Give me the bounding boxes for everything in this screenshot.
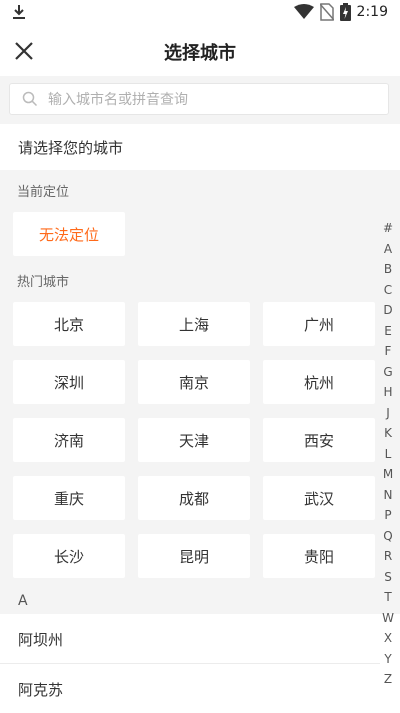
search-icon <box>22 91 38 107</box>
page-title: 选择城市 <box>164 43 236 64</box>
index-letter[interactable]: S <box>376 567 400 588</box>
hot-city-button[interactable]: 贵阳 <box>263 534 375 578</box>
index-letter[interactable]: G <box>376 362 400 383</box>
alphabet-index-bar[interactable]: # A B C D E F G H J K L M N P Q R S T W … <box>376 218 400 690</box>
hot-city-button[interactable]: 重庆 <box>13 476 125 520</box>
hot-city-button[interactable]: 天津 <box>138 418 250 462</box>
index-letter[interactable]: R <box>376 546 400 567</box>
hot-city-button[interactable]: 成都 <box>138 476 250 520</box>
search-box[interactable] <box>9 83 389 115</box>
city-list: 阿坝州 阿克苏 <box>0 614 400 713</box>
title-bar: 选择城市 <box>0 26 400 76</box>
search-input[interactable] <box>46 88 380 112</box>
section-letter: A <box>18 593 28 609</box>
select-city-prompt: 请选择您的城市 <box>0 124 400 170</box>
hot-city-button[interactable]: 长沙 <box>13 534 125 578</box>
hot-cities-label: 热门城市 <box>17 275 70 290</box>
city-list-item[interactable]: 阿坝州 <box>0 614 380 664</box>
index-letter[interactable]: J <box>376 403 400 424</box>
locate-button[interactable]: 无法定位 <box>13 212 125 256</box>
index-letter[interactable]: Y <box>376 649 400 670</box>
index-letter[interactable]: B <box>376 259 400 280</box>
wifi-icon <box>293 4 314 19</box>
download-icon <box>13 5 25 19</box>
current-location-label: 当前定位 <box>17 185 70 200</box>
hot-city-button[interactable]: 济南 <box>13 418 125 462</box>
index-letter[interactable]: X <box>376 628 400 649</box>
no-sim-icon <box>319 3 334 21</box>
index-letter[interactable]: N <box>376 485 400 506</box>
index-letter[interactable]: M <box>376 464 400 485</box>
status-bar: 2:19 <box>0 0 400 26</box>
index-letter[interactable]: C <box>376 280 400 301</box>
index-letter[interactable]: L <box>376 444 400 465</box>
hot-city-button[interactable]: 上海 <box>138 302 250 346</box>
hot-city-button[interactable]: 深圳 <box>13 360 125 404</box>
letter-section-header: A <box>0 590 400 614</box>
index-letter[interactable]: E <box>376 321 400 342</box>
index-letter[interactable]: F <box>376 341 400 362</box>
index-letter[interactable]: D <box>376 300 400 321</box>
hot-city-button[interactable]: 杭州 <box>263 360 375 404</box>
city-list-item[interactable]: 阿克苏 <box>0 664 380 713</box>
search-bar <box>0 76 400 124</box>
index-letter[interactable]: T <box>376 587 400 608</box>
prompt-text: 请选择您的城市 <box>18 139 124 157</box>
clock-time: 2:19 <box>356 4 388 20</box>
hot-city-button[interactable]: 广州 <box>263 302 375 346</box>
hot-city-button[interactable]: 武汉 <box>263 476 375 520</box>
hot-city-button[interactable]: 西安 <box>263 418 375 462</box>
index-letter[interactable]: W <box>376 608 400 629</box>
index-letter[interactable]: # <box>376 218 400 239</box>
hot-city-button[interactable]: 北京 <box>13 302 125 346</box>
hot-city-button[interactable]: 昆明 <box>138 534 250 578</box>
index-letter[interactable]: H <box>376 382 400 403</box>
city-name: 阿坝州 <box>18 631 64 649</box>
battery-charging-icon <box>339 3 351 21</box>
index-letter[interactable]: Z <box>376 669 400 690</box>
index-letter[interactable]: K <box>376 423 400 444</box>
hot-city-button[interactable]: 南京 <box>138 360 250 404</box>
index-letter[interactable]: P <box>376 505 400 526</box>
city-name: 阿克苏 <box>18 681 64 699</box>
index-letter[interactable]: Q <box>376 526 400 547</box>
index-letter[interactable]: A <box>376 239 400 260</box>
